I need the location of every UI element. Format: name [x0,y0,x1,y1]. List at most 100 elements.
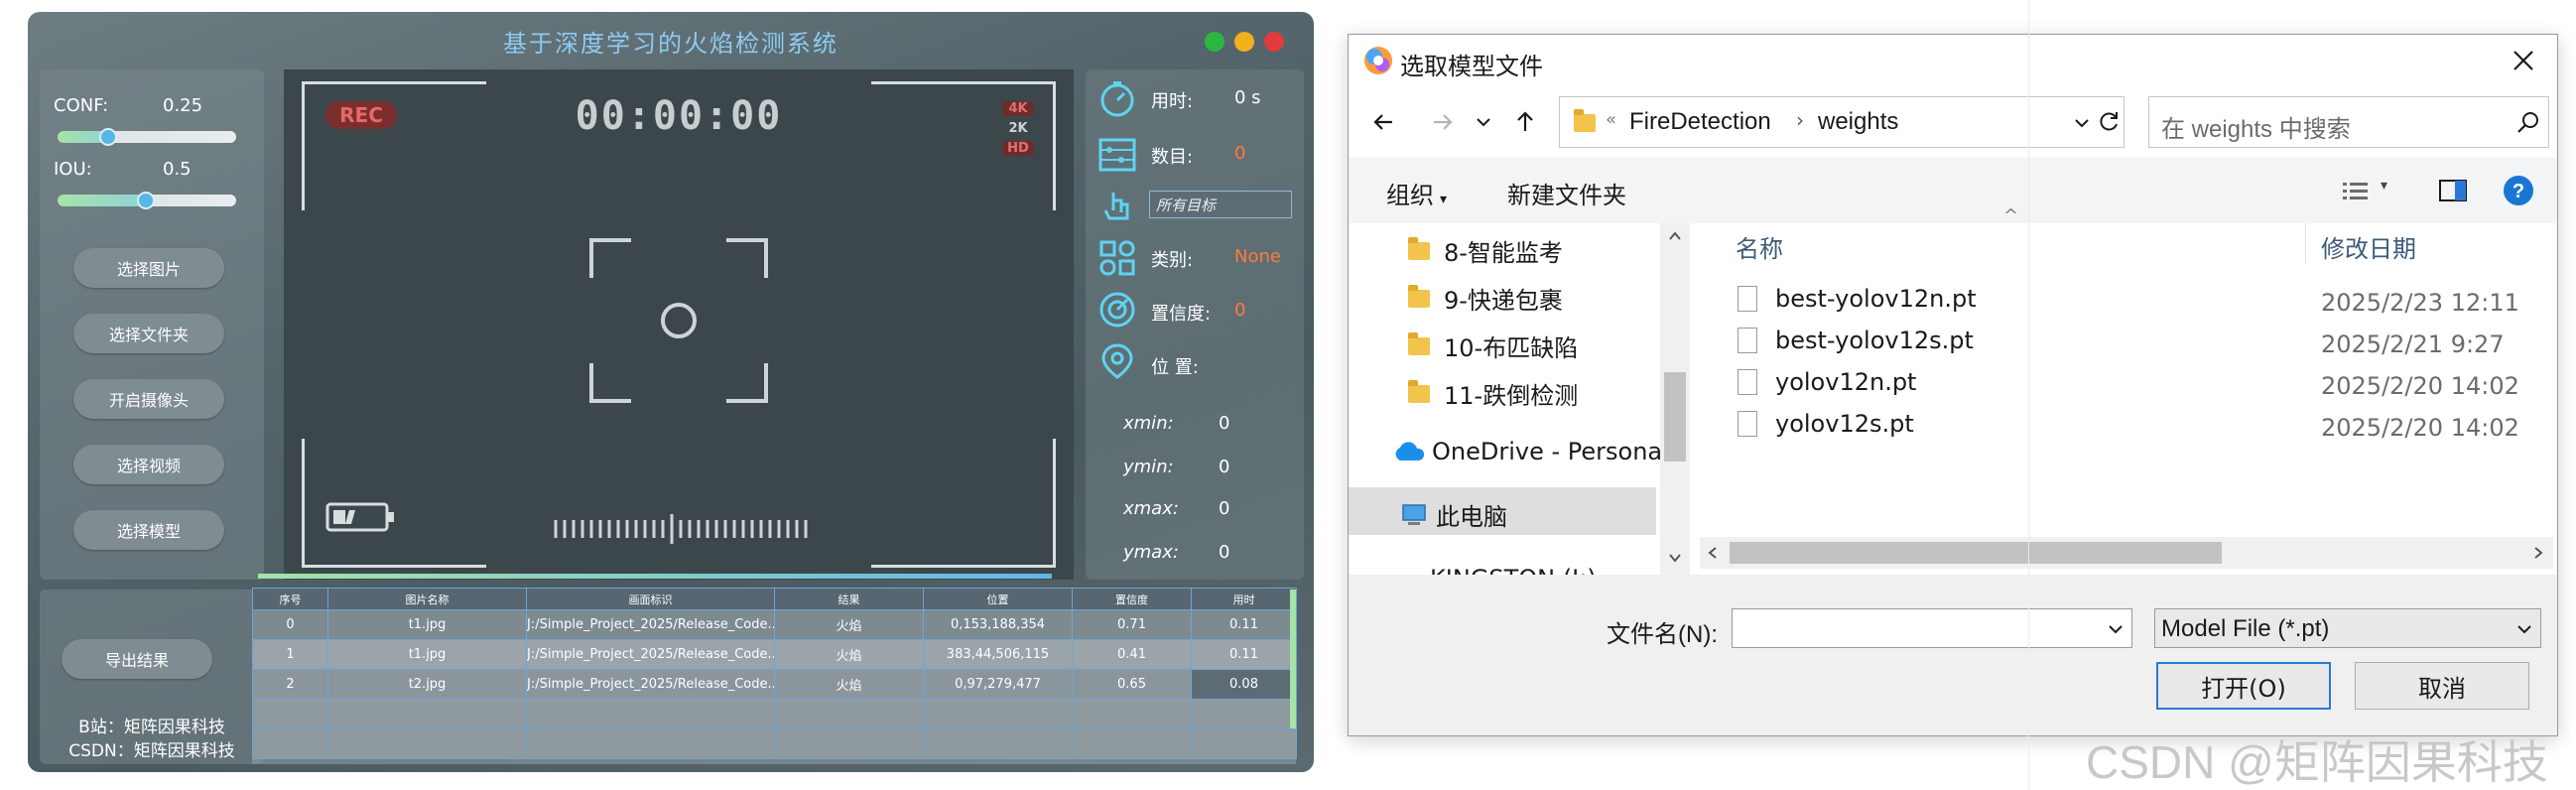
table-row[interactable]: 1 t1.jpg J:/Simple_Project_2025/Release_… [252,639,1297,670]
open-button[interactable]: 打开(O) [2156,662,2331,710]
file-date: 2025/2/20 14:02 [2321,372,2519,400]
recent-dropdown-icon[interactable] [1474,112,1493,132]
table-scrollbar[interactable] [1290,590,1296,728]
conf-slider-handle[interactable] [99,128,117,146]
breadcrumb-item[interactable]: FireDetection [1629,108,1771,136]
close-icon[interactable] [2510,47,2537,74]
navigation-pane: 8-智能监考 9-快递包裹 10-布匹缺陷 11-跌倒检测 OneDrive -… [1349,223,1694,575]
address-bar[interactable]: « FireDetection › weights [1559,96,2125,148]
pointer-hand-icon [1103,193,1129,220]
col-result[interactable]: 结果 [774,588,924,610]
chevron-down-icon[interactable] [2072,113,2092,133]
scroll-up-icon[interactable] [1668,229,1682,243]
abacus-icon [1098,138,1136,172]
nav-onedrive[interactable]: OneDrive - Persona [1392,438,1662,465]
category-grid-icon [1099,240,1135,276]
iou-slider-handle[interactable] [137,192,155,209]
table-cell: 火焰 [774,609,924,640]
nav-this-pc[interactable]: 此电脑 [1400,497,1507,532]
file-icon [1738,369,1757,395]
count-label: 数目: [1151,147,1194,168]
maximize-button[interactable] [1205,32,1224,52]
nav-scrollbar-thumb[interactable] [1664,372,1686,461]
conf-label: CONF: [54,95,109,116]
nav-scrollbar[interactable] [1660,223,1690,575]
chevron-down-icon[interactable] [2514,619,2534,639]
col-position[interactable]: 位置 [923,588,1073,610]
search-input[interactable]: 在 weights 中搜索 [2161,109,2351,144]
file-row[interactable]: best-yolov12s.pt [1738,327,1974,354]
filetype-select[interactable]: Model File (*.pt) [2154,608,2541,648]
target-select[interactable]: 所有目标 [1149,191,1292,218]
nav-drive-partial[interactable]: KINGSTON (J:) [1430,559,1597,575]
back-arrow-icon[interactable] [1370,108,1398,136]
close-button[interactable] [1264,32,1284,52]
view-details-icon[interactable] [2341,180,2371,203]
nav-folder-item[interactable]: 10-布匹缺陷 [1408,329,1578,363]
folder-icon [1408,284,1430,308]
col-time[interactable]: 用时 [1191,588,1297,610]
table-row[interactable]: 0 t1.jpg J:/Simple_Project_2025/Release_… [252,609,1297,640]
export-results-button[interactable]: 导出结果 [62,639,212,679]
table-cell: 383,44,506,115 [923,639,1073,670]
class-value: None [1234,246,1281,267]
scrubber-track[interactable] [554,512,812,546]
preview-pane-icon[interactable] [2438,178,2468,203]
table-row[interactable]: 2 t2.jpg J:/Simple_Project_2025/Release_… [252,669,1297,700]
hscrollbar-thumb[interactable] [1730,542,2222,564]
nav-folder-label: 9-快递包裹 [1444,287,1563,315]
col-confidence[interactable]: 置信度 [1072,588,1192,610]
col-header-name[interactable]: 名称 [1736,229,1783,264]
conf-slider[interactable] [58,131,236,143]
select-folder-button[interactable]: 选择文件夹 [73,314,224,353]
results-table: 序号 图片名称 画面标识 结果 位置 置信度 用时 0 t1.jpg J:/Si… [252,588,1297,764]
scroll-right-icon[interactable] [2531,546,2545,560]
forward-arrow-icon[interactable] [1428,108,1456,136]
table-cell: 0.11 [1191,639,1297,670]
file-row[interactable]: yolov12s.pt [1738,410,1914,438]
table-cell: 0,97,279,477 [923,669,1073,700]
chevron-down-icon[interactable] [2106,619,2125,639]
file-row[interactable]: best-yolov12n.pt [1738,285,1977,313]
svg-text:?: ? [2512,181,2524,202]
xmin-label: xmin: [1123,413,1174,434]
file-list-hscrollbar[interactable] [1700,537,2553,569]
select-model-button[interactable]: 选择模型 [73,510,224,550]
help-icon[interactable]: ? [2502,174,2535,207]
nav-folder-item[interactable]: 8-智能监考 [1408,233,1563,268]
select-video-button[interactable]: 选择视频 [73,445,224,484]
scroll-down-icon[interactable] [1668,551,1682,565]
folder-icon [1574,109,1596,132]
cancel-button[interactable]: 取消 [2355,662,2529,710]
search-box[interactable]: 在 weights 中搜索 [2148,96,2549,148]
view-caret-icon[interactable]: ▾ [2381,178,2387,194]
up-arrow-icon[interactable] [1511,108,1539,136]
table-header-row: 序号 图片名称 画面标识 结果 位置 置信度 用时 [252,588,1297,610]
scroll-left-icon[interactable] [1706,546,1720,560]
breadcrumb-separator-icon: › [1796,108,1804,132]
select-image-button[interactable]: 选择图片 [73,248,224,288]
table-cell: 0 [252,609,328,640]
position-label: 位 置: [1151,357,1199,378]
res-2k-badge: 2K [1008,121,1028,136]
nav-folder-item[interactable]: 11-跌倒检测 [1408,376,1578,411]
col-index[interactable]: 序号 [252,588,328,610]
col-image-name[interactable]: 图片名称 [327,588,527,610]
breadcrumb-item[interactable]: weights [1818,108,1898,136]
refresh-icon[interactable] [2096,109,2122,135]
table-cell: 0.41 [1072,639,1192,670]
table-cell: J:/Simple_Project_2025/Release_Code... [526,609,775,640]
open-camera-button[interactable]: 开启摄像头 [73,379,224,419]
col-frame-id[interactable]: 画面标识 [526,588,775,610]
filename-input[interactable] [1732,608,2132,648]
breadcrumb-overflow[interactable]: « [1606,109,1616,130]
search-icon[interactable] [2516,111,2540,135]
organize-menu[interactable]: 组织 ▾ [1386,176,1447,210]
nav-folder-item[interactable]: 9-快递包裹 [1408,281,1563,316]
file-name: yolov12n.pt [1775,368,1917,396]
file-row[interactable]: yolov12n.pt [1738,368,1916,396]
minimize-button[interactable] [1234,32,1254,52]
table-cell: 0,153,188,354 [923,609,1073,640]
new-folder-button[interactable]: 新建文件夹 [1507,176,1626,210]
col-header-date[interactable]: 修改日期 [2321,229,2416,264]
